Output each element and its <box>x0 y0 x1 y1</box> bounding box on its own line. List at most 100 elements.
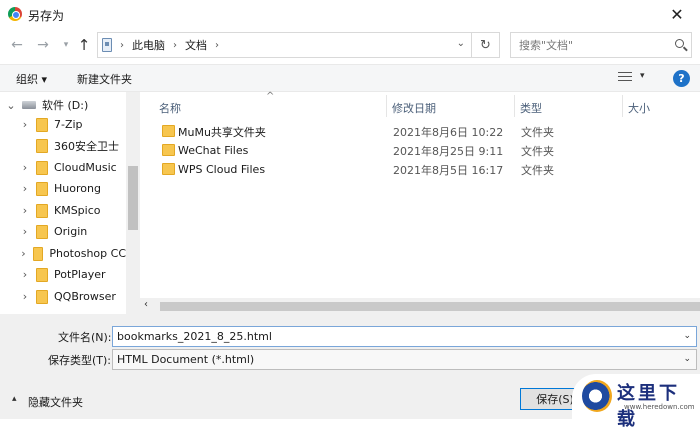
tree-item-label: 7-Zip <box>54 118 83 131</box>
column-header-label: 类型 <box>520 102 542 115</box>
view-dropdown-icon[interactable]: ▾ <box>640 71 645 81</box>
folder-icon <box>162 163 175 175</box>
breadcrumb-separator[interactable]: › <box>215 40 219 51</box>
file-list: 名称 ^ 修改日期 类型 大小 MuMu共享文件夹 2021年8月6日 10:2… <box>140 91 700 314</box>
tree-item[interactable]: › Photoshop CC <box>0 243 126 264</box>
expand-caret-icon[interactable]: › <box>14 118 36 131</box>
tree-item-label: Photoshop CC <box>49 247 126 260</box>
folder-icon <box>162 144 175 156</box>
save-type-select[interactable]: HTML Document (*.html) ⌄ <box>112 349 697 370</box>
title-bar: 另存为 ✕ <box>0 0 700 28</box>
tree-item-drive-d[interactable]: ⌄ 软件 (D:) <box>0 95 126 115</box>
filename-value: bookmarks_2021_8_25.html <box>117 330 272 343</box>
folder-icon <box>36 117 48 132</box>
horizontal-scrollbar[interactable]: ‹ <box>140 298 700 314</box>
hide-folders-toggle[interactable]: 隐藏文件夹 <box>28 394 83 410</box>
address-bar[interactable]: › 此电脑 › 文档 › ⌄ <box>97 32 472 58</box>
window-title: 另存为 <box>28 9 65 23</box>
tree-item[interactable]: › Huorong <box>0 178 126 199</box>
folder-icon <box>36 138 48 153</box>
breadcrumb-separator[interactable]: › <box>120 40 124 51</box>
new-folder-button[interactable]: 新建文件夹 <box>77 71 132 87</box>
file-type: 文件夹 <box>521 163 554 177</box>
column-divider[interactable] <box>514 95 515 117</box>
save-type-value: HTML Document (*.html) <box>117 353 255 366</box>
search-input[interactable]: 搜索"文档" <box>510 32 692 58</box>
folder-icon <box>36 224 48 239</box>
navigation-pane: ⌄ 软件 (D:) › 7-Zip 360安全卫士 › CloudMusic ›… <box>0 92 140 314</box>
expand-caret-icon[interactable]: › <box>14 225 36 238</box>
expand-caret-icon[interactable]: › <box>14 204 36 217</box>
search-placeholder: 搜索"文档" <box>519 39 574 52</box>
tree-item-label: KMSpico <box>54 204 101 217</box>
column-header-size[interactable]: 大小 <box>628 98 650 118</box>
drive-icon <box>22 101 36 109</box>
recent-locations-dropdown-icon[interactable]: ▾ <box>57 36 75 54</box>
tree-item[interactable]: › CloudMusic <box>0 157 126 178</box>
tree-item[interactable]: › 7-Zip <box>0 114 126 135</box>
search-icon[interactable] <box>675 39 684 48</box>
tree-item-label: PotPlayer <box>54 268 106 281</box>
column-header-type[interactable]: 类型 <box>520 98 542 118</box>
tree-item[interactable]: 360安全卫士 <box>0 135 126 156</box>
expand-caret-icon[interactable]: › <box>14 268 36 281</box>
chevron-down-icon[interactable]: ⌄ <box>683 331 691 341</box>
tree-item-label: Origin <box>54 225 88 238</box>
column-divider[interactable] <box>386 95 387 117</box>
tree-item-label: Huorong <box>54 182 101 195</box>
sort-ascending-icon: ^ <box>266 91 275 102</box>
view-options-icon[interactable] <box>618 72 632 84</box>
file-row[interactable]: MuMu共享文件夹 2021年8月6日 10:22 文件夹 <box>140 122 700 141</box>
column-header-label: 修改日期 <box>392 102 436 115</box>
breadcrumb-documents[interactable]: 文档 <box>185 37 207 53</box>
tree-item[interactable]: › QQBrowser <box>0 286 126 307</box>
navigation-pane-scrollbar[interactable] <box>126 92 140 314</box>
collapse-caret-icon[interactable]: ⌄ <box>0 99 22 112</box>
file-row[interactable]: WPS Cloud Files 2021年8月5日 16:17 文件夹 <box>140 160 700 179</box>
back-arrow-icon[interactable]: ← <box>8 36 26 54</box>
file-row[interactable]: WeChat Files 2021年8月25日 9:11 文件夹 <box>140 141 700 160</box>
tree-item[interactable]: › PotPlayer <box>0 264 126 285</box>
column-header-name[interactable]: 名称 <box>159 98 181 118</box>
expand-caret-icon[interactable]: › <box>14 161 36 174</box>
organize-menu-button[interactable]: 组织 ▾ <box>16 71 47 87</box>
scrollbar-thumb[interactable] <box>160 302 700 311</box>
scrollbar-thumb[interactable] <box>128 166 138 230</box>
save-type-label: 保存类型(T): <box>48 354 112 367</box>
up-arrow-icon[interactable]: ↑ <box>75 36 93 54</box>
chevron-down-icon[interactable]: ⌄ <box>683 354 691 364</box>
forward-arrow-icon[interactable]: → <box>34 36 52 54</box>
folder-icon <box>36 203 48 218</box>
file-name: WPS Cloud Files <box>178 163 266 176</box>
command-toolbar: 组织 ▾ 新建文件夹 ▾ ? <box>0 64 700 92</box>
expand-caret-icon[interactable]: › <box>14 290 36 303</box>
watermark: 这里下载 www.heredown.com <box>572 374 700 430</box>
chrome-icon <box>8 7 22 21</box>
column-header-date[interactable]: 修改日期 <box>392 98 436 118</box>
close-button[interactable]: ✕ <box>654 0 700 28</box>
folder-icon <box>36 289 48 304</box>
column-divider[interactable] <box>622 95 623 117</box>
refresh-icon[interactable]: ↻ <box>472 32 500 58</box>
tree-item-label: CloudMusic <box>54 161 117 174</box>
expand-caret-icon[interactable]: › <box>14 247 33 260</box>
file-date: 2021年8月25日 9:11 <box>393 144 504 158</box>
tree-item[interactable]: › KMSpico <box>0 200 126 221</box>
file-name: WeChat Files <box>178 144 249 157</box>
documents-location-icon <box>102 38 112 52</box>
folder-icon <box>36 181 48 196</box>
tree-item-label: QQBrowser <box>54 290 116 303</box>
breadcrumb-this-pc[interactable]: 此电脑 <box>132 37 165 53</box>
collapse-caret-icon[interactable]: ▴ <box>12 394 17 404</box>
file-type: 文件夹 <box>521 144 554 158</box>
help-icon[interactable]: ? <box>673 70 690 87</box>
filename-label: 文件名(N): <box>58 331 112 344</box>
scroll-left-icon[interactable]: ‹ <box>144 299 148 310</box>
breadcrumb-separator[interactable]: › <box>173 40 177 51</box>
tree-item[interactable]: › Origin <box>0 221 126 242</box>
column-header-label: 名称 <box>159 102 181 115</box>
file-date: 2021年8月5日 16:17 <box>393 163 504 177</box>
expand-caret-icon[interactable]: › <box>14 182 36 195</box>
filename-field[interactable]: bookmarks_2021_8_25.html ⌄ <box>112 326 697 347</box>
address-dropdown-icon[interactable]: ⌄ <box>457 38 465 49</box>
